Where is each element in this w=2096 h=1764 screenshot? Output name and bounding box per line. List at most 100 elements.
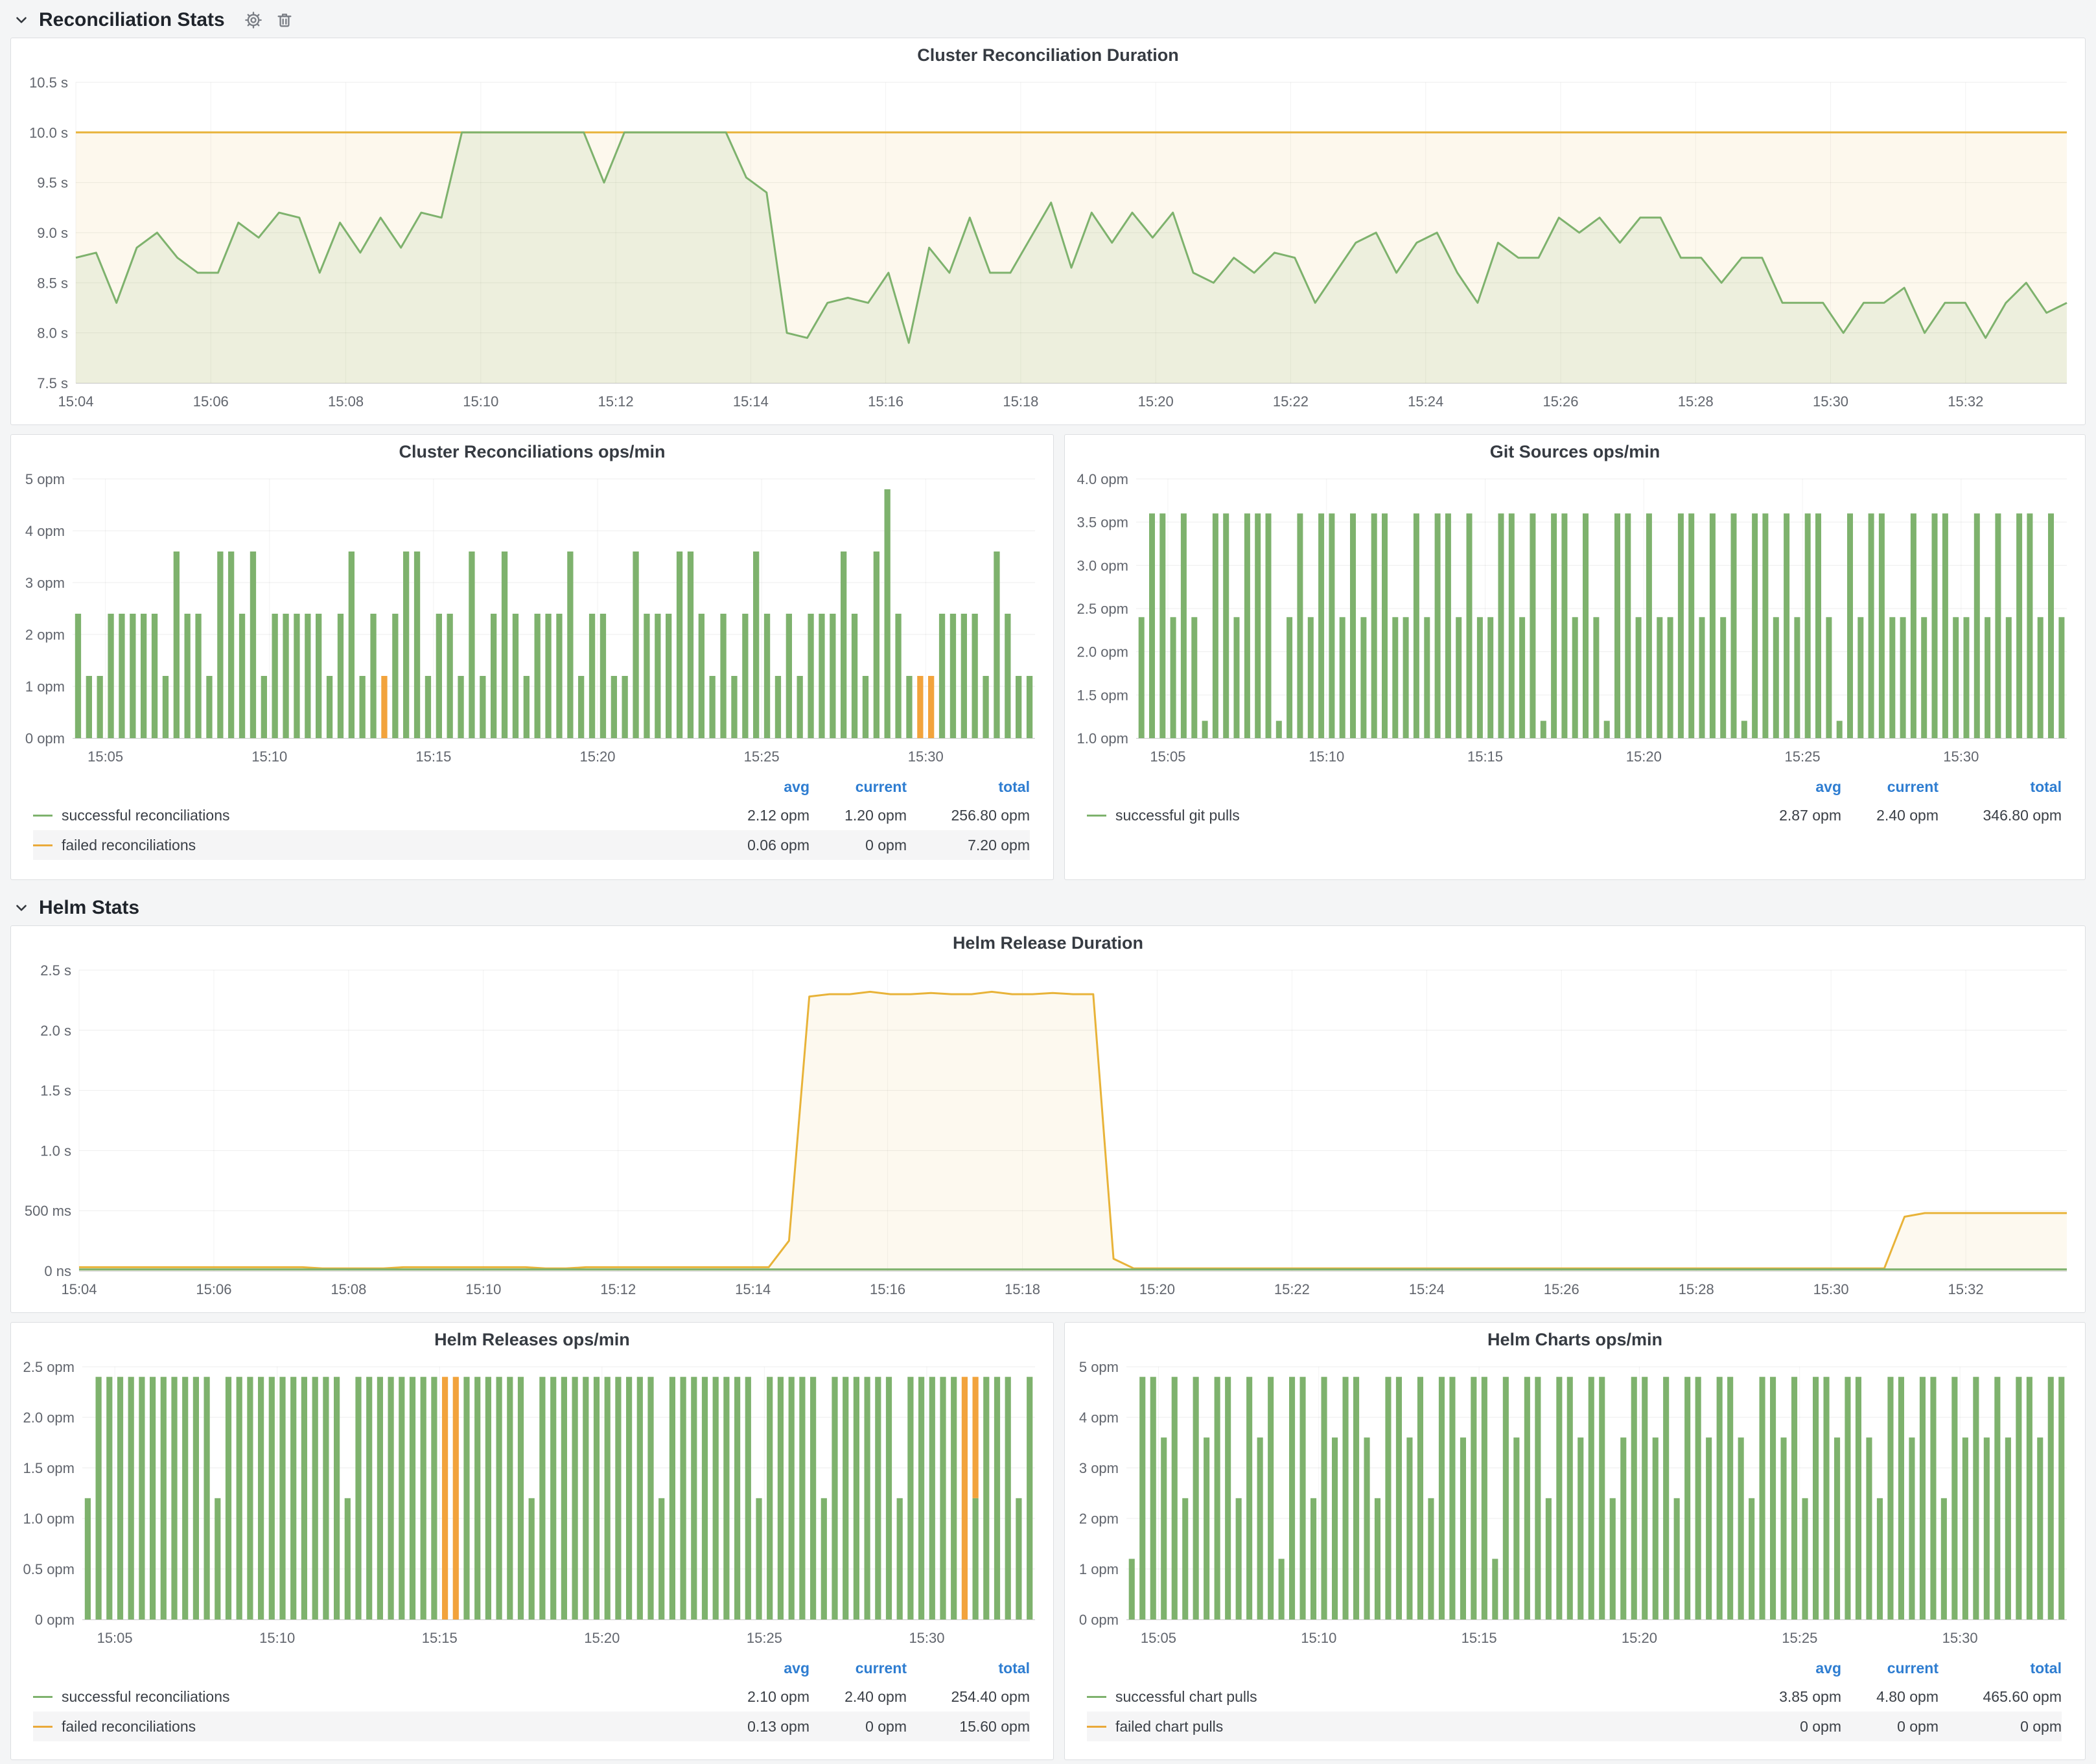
series-label[interactable]: failed chart pulls [1115,1718,1223,1735]
chevron-down-icon[interactable] [13,12,30,29]
svg-text:15:05: 15:05 [1150,749,1185,765]
legend-row-failed-reconciliations: failed reconciliations 0.13 opm 0 opm 15… [33,1712,1030,1741]
current-value: 0 opm [809,1718,907,1735]
series-toggle[interactable]: successful chart pulls [1087,1688,1738,1706]
svg-text:5 opm: 5 opm [1079,1359,1119,1375]
legend-col-avg[interactable]: avg [706,1660,809,1677]
series-label[interactable]: successful git pulls [1115,807,1240,824]
legend-col-total[interactable]: total [907,778,1030,796]
current-value: 2.40 opm [809,1688,907,1706]
total-value: 465.60 opm [1939,1688,2062,1706]
legend-row-successful-chart-pulls: successful chart pulls 3.85 opm 4.80 opm… [1087,1682,2062,1712]
svg-text:15:20: 15:20 [1626,749,1662,765]
legend-col-total[interactable]: total [907,1660,1030,1677]
legend-col-current[interactable]: current [1841,778,1939,796]
svg-text:4 opm: 4 opm [1079,1410,1119,1426]
svg-text:15:20: 15:20 [579,749,615,765]
panel-title-helm-release-duration[interactable]: Helm Release Duration [11,926,2085,960]
svg-text:3 opm: 3 opm [1079,1460,1119,1476]
svg-text:9.5 s: 9.5 s [37,175,68,191]
dashboard: Reconciliation Stats Clu [0,0,2096,1764]
svg-text:500 ms: 500 ms [25,1203,71,1219]
section-header-helm-stats[interactable]: Helm Stats [10,892,2086,924]
svg-text:15:16: 15:16 [868,393,903,410]
svg-text:3.5 opm: 3.5 opm [1077,515,1129,531]
svg-text:15:05: 15:05 [87,749,123,765]
svg-text:15:04: 15:04 [58,393,93,410]
series-toggle[interactable]: successful git pulls [1087,807,1738,824]
series-toggle[interactable]: failed chart pulls [1087,1718,1738,1735]
series-toggle[interactable]: successful reconciliations [33,1688,706,1706]
git-sources-chart[interactable]: 15:0515:1015:1515:2015:2515:301.0 opm1.5… [1065,469,2085,773]
legend-col-avg[interactable]: avg [1738,778,1841,796]
series-toggle[interactable]: failed reconciliations [33,1718,706,1735]
legend-cluster-reconciliations: avg current total successful reconciliat… [11,773,1053,860]
legend-col-current[interactable]: current [1841,1660,1939,1677]
svg-text:15:15: 15:15 [1461,1630,1497,1646]
legend-col-total[interactable]: total [1939,1660,2062,1677]
section-header-reconciliation-stats[interactable]: Reconciliation Stats [10,4,2086,36]
legend-helm-releases: avg current total successful reconciliat… [11,1654,1053,1741]
legend-col-total[interactable]: total [1939,778,2062,796]
chevron-down-icon[interactable] [13,899,30,916]
series-label[interactable]: successful reconciliations [62,1688,230,1706]
series-toggle[interactable]: successful reconciliations [33,807,706,824]
svg-text:15:32: 15:32 [1948,393,1983,410]
svg-text:7.5 s: 7.5 s [37,375,68,391]
trash-icon[interactable] [275,11,294,29]
avg-value: 2.12 opm [706,807,809,824]
svg-text:0.5 opm: 0.5 opm [23,1561,75,1577]
cluster-reconciliation-duration-chart[interactable]: 15:0415:0615:0815:1015:1215:1415:1615:18… [11,72,2085,418]
legend-col-current[interactable]: current [809,778,907,796]
legend-col-current[interactable]: current [809,1660,907,1677]
svg-text:15:25: 15:25 [747,1630,782,1646]
legend-col-avg[interactable]: avg [706,778,809,796]
current-value: 4.80 opm [1841,1688,1939,1706]
svg-text:15:14: 15:14 [735,1281,771,1297]
series-label[interactable]: failed reconciliations [62,1718,196,1735]
svg-text:15:22: 15:22 [1274,1281,1310,1297]
svg-text:2.5 opm: 2.5 opm [23,1359,75,1375]
series-color-swatch [1087,1726,1106,1728]
total-value: 256.80 opm [907,807,1030,824]
svg-text:9.0 s: 9.0 s [37,225,68,241]
svg-text:8.5 s: 8.5 s [37,275,68,291]
svg-text:15:10: 15:10 [251,749,287,765]
avg-value: 0.06 opm [706,837,809,854]
svg-text:15:05: 15:05 [97,1630,133,1646]
svg-text:2.0 s: 2.0 s [40,1023,71,1039]
series-label[interactable]: failed reconciliations [62,837,196,854]
cluster-reconciliations-chart[interactable]: 15:0515:1015:1515:2015:2515:300 opm1 opm… [11,469,1053,773]
svg-text:10.5 s: 10.5 s [29,75,68,91]
panel-title-git-sources[interactable]: Git Sources ops/min [1065,435,2085,469]
gear-icon[interactable] [244,11,262,29]
series-toggle[interactable]: failed reconciliations [33,837,706,854]
legend-git-sources: avg current total successful git pulls 2… [1065,773,2085,830]
legend-row-failed-chart-pulls: failed chart pulls 0 opm 0 opm 0 opm [1087,1712,2062,1741]
helm-charts-chart[interactable]: 15:0515:1015:1515:2015:2515:300 opm1 opm… [1065,1356,2085,1654]
total-value: 15.60 opm [907,1718,1030,1735]
panel-title-cluster-reconciliations[interactable]: Cluster Reconciliations ops/min [11,435,1053,469]
svg-text:1 opm: 1 opm [1079,1561,1119,1577]
helm-release-duration-chart[interactable]: 15:0415:0615:0815:1015:1215:1415:1615:18… [11,960,2085,1306]
panel-title-helm-charts[interactable]: Helm Charts ops/min [1065,1323,2085,1356]
svg-text:15:25: 15:25 [1785,749,1821,765]
svg-text:15:05: 15:05 [1141,1630,1176,1646]
series-label[interactable]: successful chart pulls [1115,1688,1257,1706]
series-label[interactable]: successful reconciliations [62,807,230,824]
legend-col-avg[interactable]: avg [1738,1660,1841,1677]
svg-text:2 opm: 2 opm [1079,1511,1119,1527]
panel-title-helm-releases[interactable]: Helm Releases ops/min [11,1323,1053,1356]
helm-releases-chart[interactable]: 15:0515:1015:1515:2015:2515:300 opm0.5 o… [11,1356,1053,1654]
svg-text:15:28: 15:28 [1678,393,1714,410]
svg-text:15:16: 15:16 [870,1281,905,1297]
panel-title-cluster-reconciliation-duration[interactable]: Cluster Reconciliation Duration [11,38,2085,72]
svg-text:0 opm: 0 opm [1079,1612,1119,1628]
total-value: 0 opm [1939,1718,2062,1735]
svg-text:15:15: 15:15 [1467,749,1503,765]
svg-text:15:24: 15:24 [1409,1281,1445,1297]
svg-text:1.0 opm: 1.0 opm [1077,730,1129,747]
svg-text:2.5 s: 2.5 s [40,962,71,979]
current-value: 0 opm [809,837,907,854]
avg-value: 2.10 opm [706,1688,809,1706]
